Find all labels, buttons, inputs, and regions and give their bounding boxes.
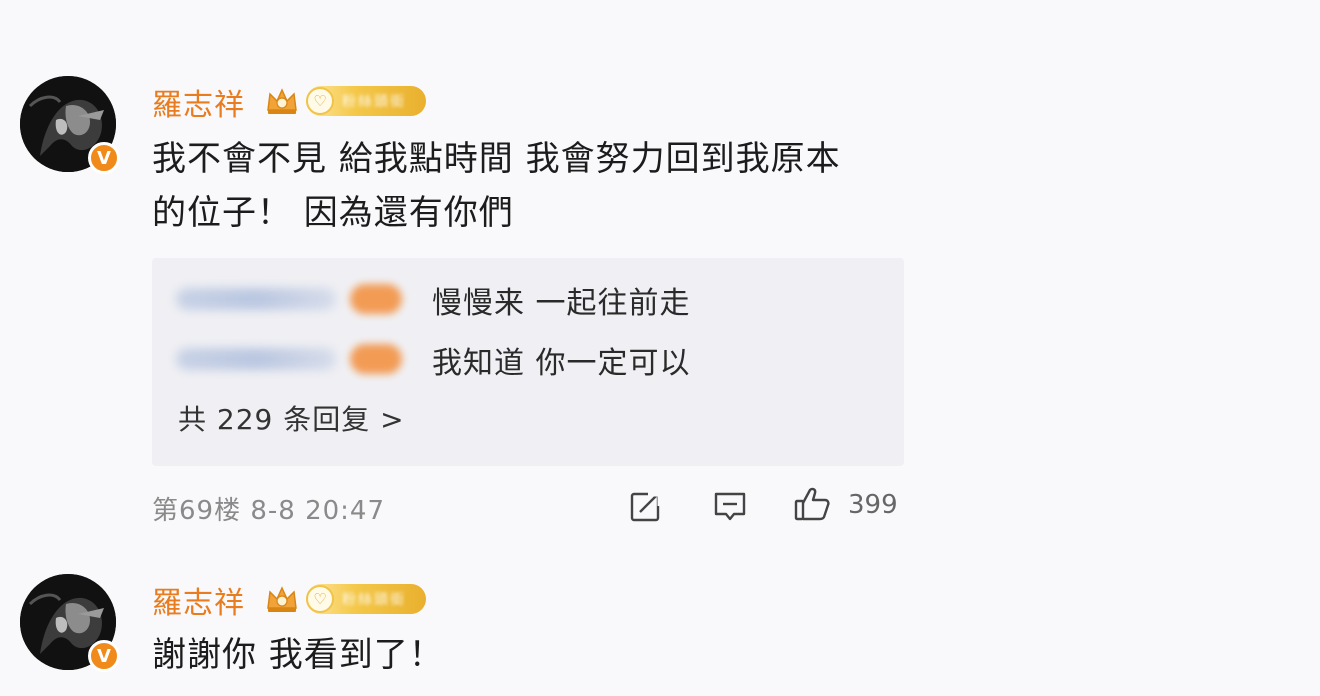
comment-icon[interactable] xyxy=(712,488,748,524)
avatar[interactable]: V xyxy=(20,574,120,672)
fan-level-badge[interactable]: ♡ 粉絲頭銜 xyxy=(306,86,426,116)
blurred-reply-username xyxy=(176,288,336,310)
level-badge-text: 粉絲頭銜 xyxy=(342,592,406,608)
level-circle-icon: ♡ xyxy=(306,87,334,115)
comment-text-line-2: 的位子！ 因為還有你們 xyxy=(152,193,514,233)
verified-badge-icon: V xyxy=(88,640,120,672)
floor-and-time: 第69楼 8-8 20:47 xyxy=(152,496,386,526)
reply-item[interactable]: 慢慢来 一起往前走 xyxy=(152,274,904,324)
comment-text: 我不會不見 給我點時間 我會努力回到我原本 的位子！ 因為還有你們 xyxy=(152,132,841,240)
fan-level-badge[interactable]: ♡ 粉絲頭銜 xyxy=(306,584,426,614)
username[interactable]: 羅志祥 xyxy=(152,80,245,124)
reply-text: 我知道 你一定可以 xyxy=(432,346,691,381)
level-circle-icon: ♡ xyxy=(306,585,334,613)
like-icon[interactable] xyxy=(792,484,832,524)
blurred-reply-username xyxy=(176,348,336,370)
crown-icon xyxy=(267,586,297,612)
avatar[interactable]: V xyxy=(20,76,120,174)
blurred-reply-badge xyxy=(350,344,402,374)
reply-preview-box[interactable]: 慢慢来 一起往前走 我知道 你一定可以 共 229 条回复 > xyxy=(152,258,904,466)
weibo-comment-thread: V 羅志祥 ♡ 粉絲頭銜 我不會不見 給我點時間 我會努力回到我原本 的位子！ … xyxy=(0,0,1320,696)
level-badge-text: 粉絲頭銜 xyxy=(342,94,406,110)
comment-text: 謝謝你 我看到了！ xyxy=(152,635,444,675)
view-all-replies-link[interactable]: 共 229 条回复 > xyxy=(178,398,405,438)
blurred-reply-badge xyxy=(350,284,402,314)
share-icon[interactable] xyxy=(628,488,664,524)
reply-item[interactable]: 我知道 你一定可以 xyxy=(152,334,904,384)
username[interactable]: 羅志祥 xyxy=(152,578,245,622)
crown-icon xyxy=(267,88,297,114)
reply-text: 慢慢来 一起往前走 xyxy=(432,286,691,321)
like-count: 399 xyxy=(848,490,898,520)
verified-badge-icon: V xyxy=(88,142,120,174)
comment-text-line-1: 我不會不見 給我點時間 我會努力回到我原本 xyxy=(152,139,841,179)
